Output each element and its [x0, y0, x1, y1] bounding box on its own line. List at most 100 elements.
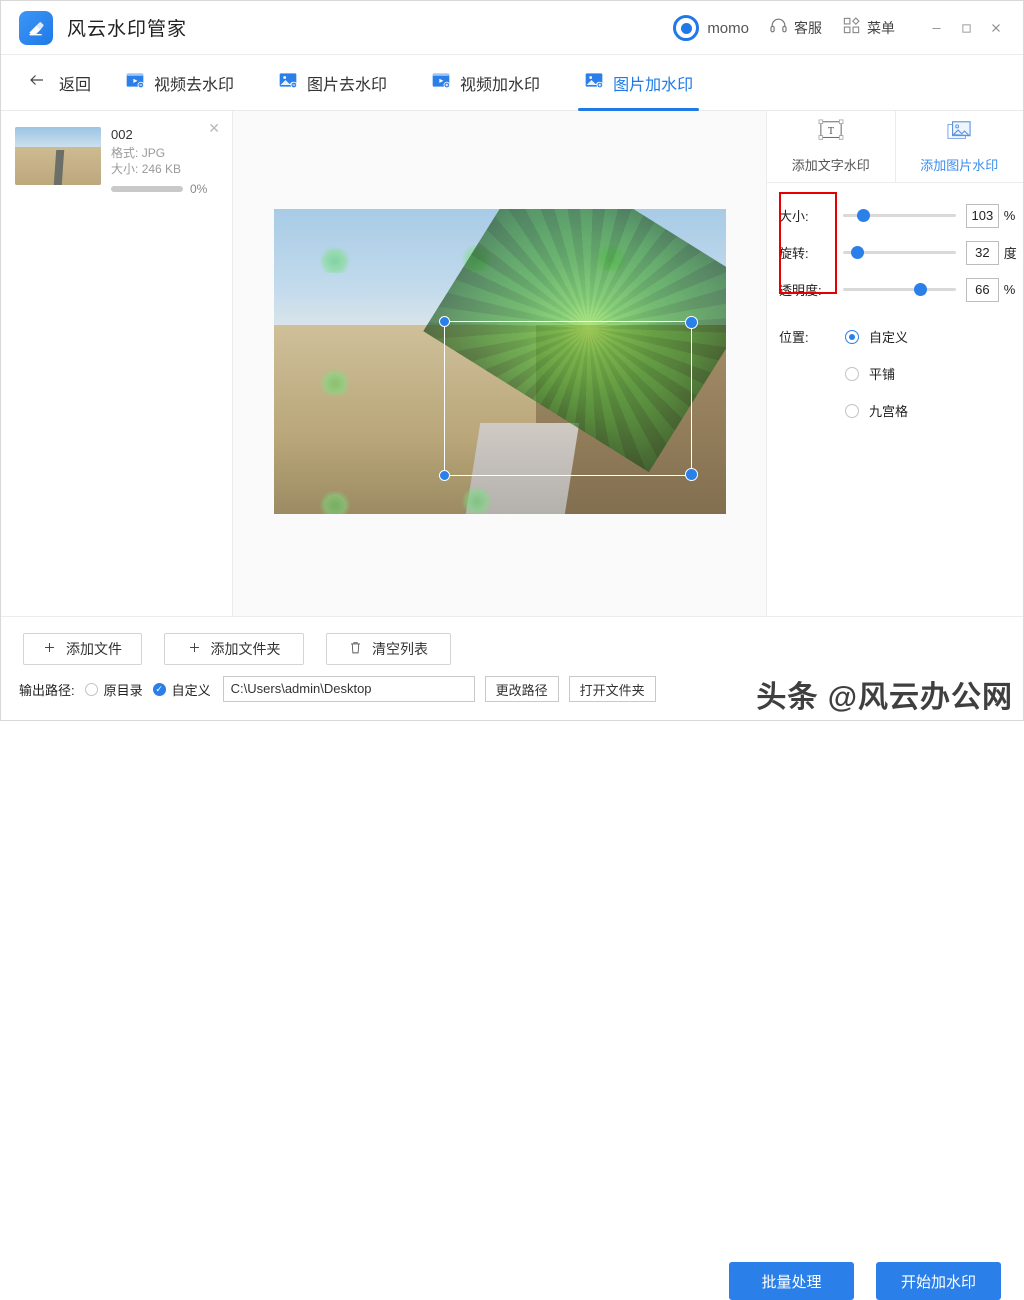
video-remove-watermark-icon [125, 70, 145, 95]
radio-custom-directory[interactable]: ✓ [153, 683, 166, 696]
position-option-label: 九宫格 [869, 401, 908, 420]
add-file-button[interactable]: 添加文件 [23, 633, 142, 665]
nav-tab-image-remove-watermark[interactable]: 图片去水印 [264, 55, 401, 111]
plus-icon [43, 641, 56, 657]
progress-percent: 0% [190, 182, 207, 196]
output-path-input[interactable]: C:\Users\admin\Desktop [223, 676, 475, 702]
file-thumbnail [15, 127, 101, 185]
tab-label: 添加图片水印 [920, 155, 998, 174]
slider-knob-size[interactable] [857, 209, 870, 222]
add-file-label: 添加文件 [66, 639, 122, 659]
resize-handle-top-right[interactable] [685, 316, 698, 329]
start-watermark-button[interactable]: 开始加水印 [876, 1262, 1001, 1300]
slider-value-size[interactable]: 103 [966, 204, 999, 228]
open-folder-button[interactable]: 打开文件夹 [569, 676, 656, 702]
slider-track-rotation[interactable] [843, 251, 956, 254]
position-label: 位置: [779, 327, 827, 346]
custom-directory-label: 自定义 [172, 680, 211, 699]
nav-bar: 返回 视频去水印 [1, 55, 1023, 111]
file-list-item[interactable]: 002 格式: JPG 大小: 246 KB 0% ✕ [11, 121, 222, 202]
support-button[interactable]: 客服 [769, 16, 822, 40]
preview-image[interactable] [274, 209, 726, 514]
trash-icon [349, 641, 362, 658]
nav-tab-video-add-watermark[interactable]: 视频加水印 [417, 55, 554, 111]
title-bar: 风云水印管家 momo 客服 [1, 1, 1023, 55]
slider-knob-opacity[interactable] [914, 283, 927, 296]
user-name: momo [707, 20, 749, 37]
slider-unit-size: % [1004, 208, 1023, 223]
window-controls [921, 14, 1011, 42]
slider-row-size: 大小: 103 % [767, 197, 1023, 234]
file-format-label: 格式: [111, 146, 138, 160]
batch-process-label: 批量处理 [761, 1271, 821, 1292]
svg-text:T: T [828, 126, 835, 137]
file-size-value: 246 KB [142, 162, 181, 176]
position-option-label: 自定义 [869, 327, 908, 346]
resize-handle-top-left[interactable] [439, 316, 450, 327]
menu-button[interactable]: 菜单 [842, 16, 895, 40]
position-option-tile[interactable]: 平铺 [779, 355, 1023, 392]
add-folder-button[interactable]: 添加文件夹 [164, 633, 304, 665]
user-account[interactable]: momo [673, 15, 749, 41]
source-watermark-text: 头条 @风云办公网 [756, 672, 1013, 716]
slider-value-rotation[interactable]: 32 [966, 241, 999, 265]
position-option-label: 平铺 [869, 364, 895, 383]
slider-track-opacity[interactable] [843, 288, 956, 291]
position-group: 位置: 自定义 平铺 九宫格 [767, 308, 1023, 429]
remove-file-icon[interactable]: ✕ [208, 121, 220, 135]
slider-row-rotation: 旋转: 32 度 [767, 234, 1023, 271]
file-list-panel: 002 格式: JPG 大小: 246 KB 0% ✕ [1, 111, 233, 616]
app-window: 风云水印管家 momo 客服 [0, 0, 1024, 721]
tab-add-image-watermark[interactable]: 添加图片水印 [895, 111, 1024, 182]
file-action-buttons: 添加文件 添加文件夹 清空列表 [23, 633, 451, 665]
file-format: 格式: JPG [111, 145, 218, 161]
grid-menu-icon [842, 16, 861, 40]
batch-process-button[interactable]: 批量处理 [729, 1262, 854, 1300]
output-path-row: 输出路径: 原目录 ✓ 自定义 C:\Users\admin\Desktop 更… [19, 676, 656, 702]
slider-track-size[interactable] [843, 214, 956, 217]
preview-area [233, 111, 766, 616]
radio-grid[interactable] [845, 404, 859, 418]
nav-tab-video-remove-watermark[interactable]: 视频去水印 [111, 55, 248, 111]
slider-unit-opacity: % [1004, 282, 1023, 297]
maximize-icon[interactable] [951, 14, 981, 42]
change-path-button[interactable]: 更改路径 [485, 676, 559, 702]
watermark-selection-box[interactable] [444, 321, 692, 476]
tab-add-text-watermark[interactable]: T 添加文字水印 [767, 111, 895, 182]
minimize-icon[interactable] [921, 14, 951, 42]
close-icon[interactable] [981, 14, 1011, 42]
slider-unit-rotation: 度 [1004, 243, 1023, 262]
slider-knob-rotation[interactable] [851, 246, 864, 259]
nav-tab-image-add-watermark[interactable]: 图片加水印 [570, 55, 707, 111]
app-logo-icon [19, 11, 53, 45]
menu-label: 菜单 [867, 18, 895, 38]
file-meta: 002 格式: JPG 大小: 246 KB 0% [111, 127, 218, 196]
radio-custom[interactable] [845, 330, 859, 344]
headset-icon [769, 16, 788, 40]
resize-handle-bottom-right[interactable] [685, 468, 698, 481]
titlebar-right-group: momo 客服 [653, 1, 1023, 55]
arrow-left-icon [27, 71, 47, 94]
nav-tab-label: 视频加水印 [460, 71, 540, 95]
clear-list-button[interactable]: 清空列表 [326, 633, 451, 665]
radio-original-directory[interactable] [85, 683, 98, 696]
image-add-watermark-icon [584, 70, 604, 95]
slider-value-opacity[interactable]: 66 [966, 278, 999, 302]
back-button[interactable]: 返回 [23, 65, 95, 101]
position-option-custom[interactable]: 位置: 自定义 [779, 318, 1023, 355]
radio-tile[interactable] [845, 367, 859, 381]
position-option-grid[interactable]: 九宫格 [779, 392, 1023, 429]
plus-icon [188, 641, 201, 657]
progress-bar [111, 186, 183, 192]
text-watermark-icon: T [817, 119, 845, 148]
add-folder-label: 添加文件夹 [211, 639, 281, 659]
change-path-label: 更改路径 [496, 680, 548, 699]
user-avatar-icon [673, 15, 699, 41]
nav-tab-label: 图片加水印 [613, 71, 693, 95]
resize-handle-bottom-left[interactable] [439, 470, 450, 481]
nav-tab-label: 图片去水印 [307, 71, 387, 95]
video-add-watermark-icon [431, 70, 451, 95]
output-path-label: 输出路径: [19, 680, 75, 699]
back-label: 返回 [59, 71, 91, 95]
nav-tab-label: 视频去水印 [154, 71, 234, 95]
